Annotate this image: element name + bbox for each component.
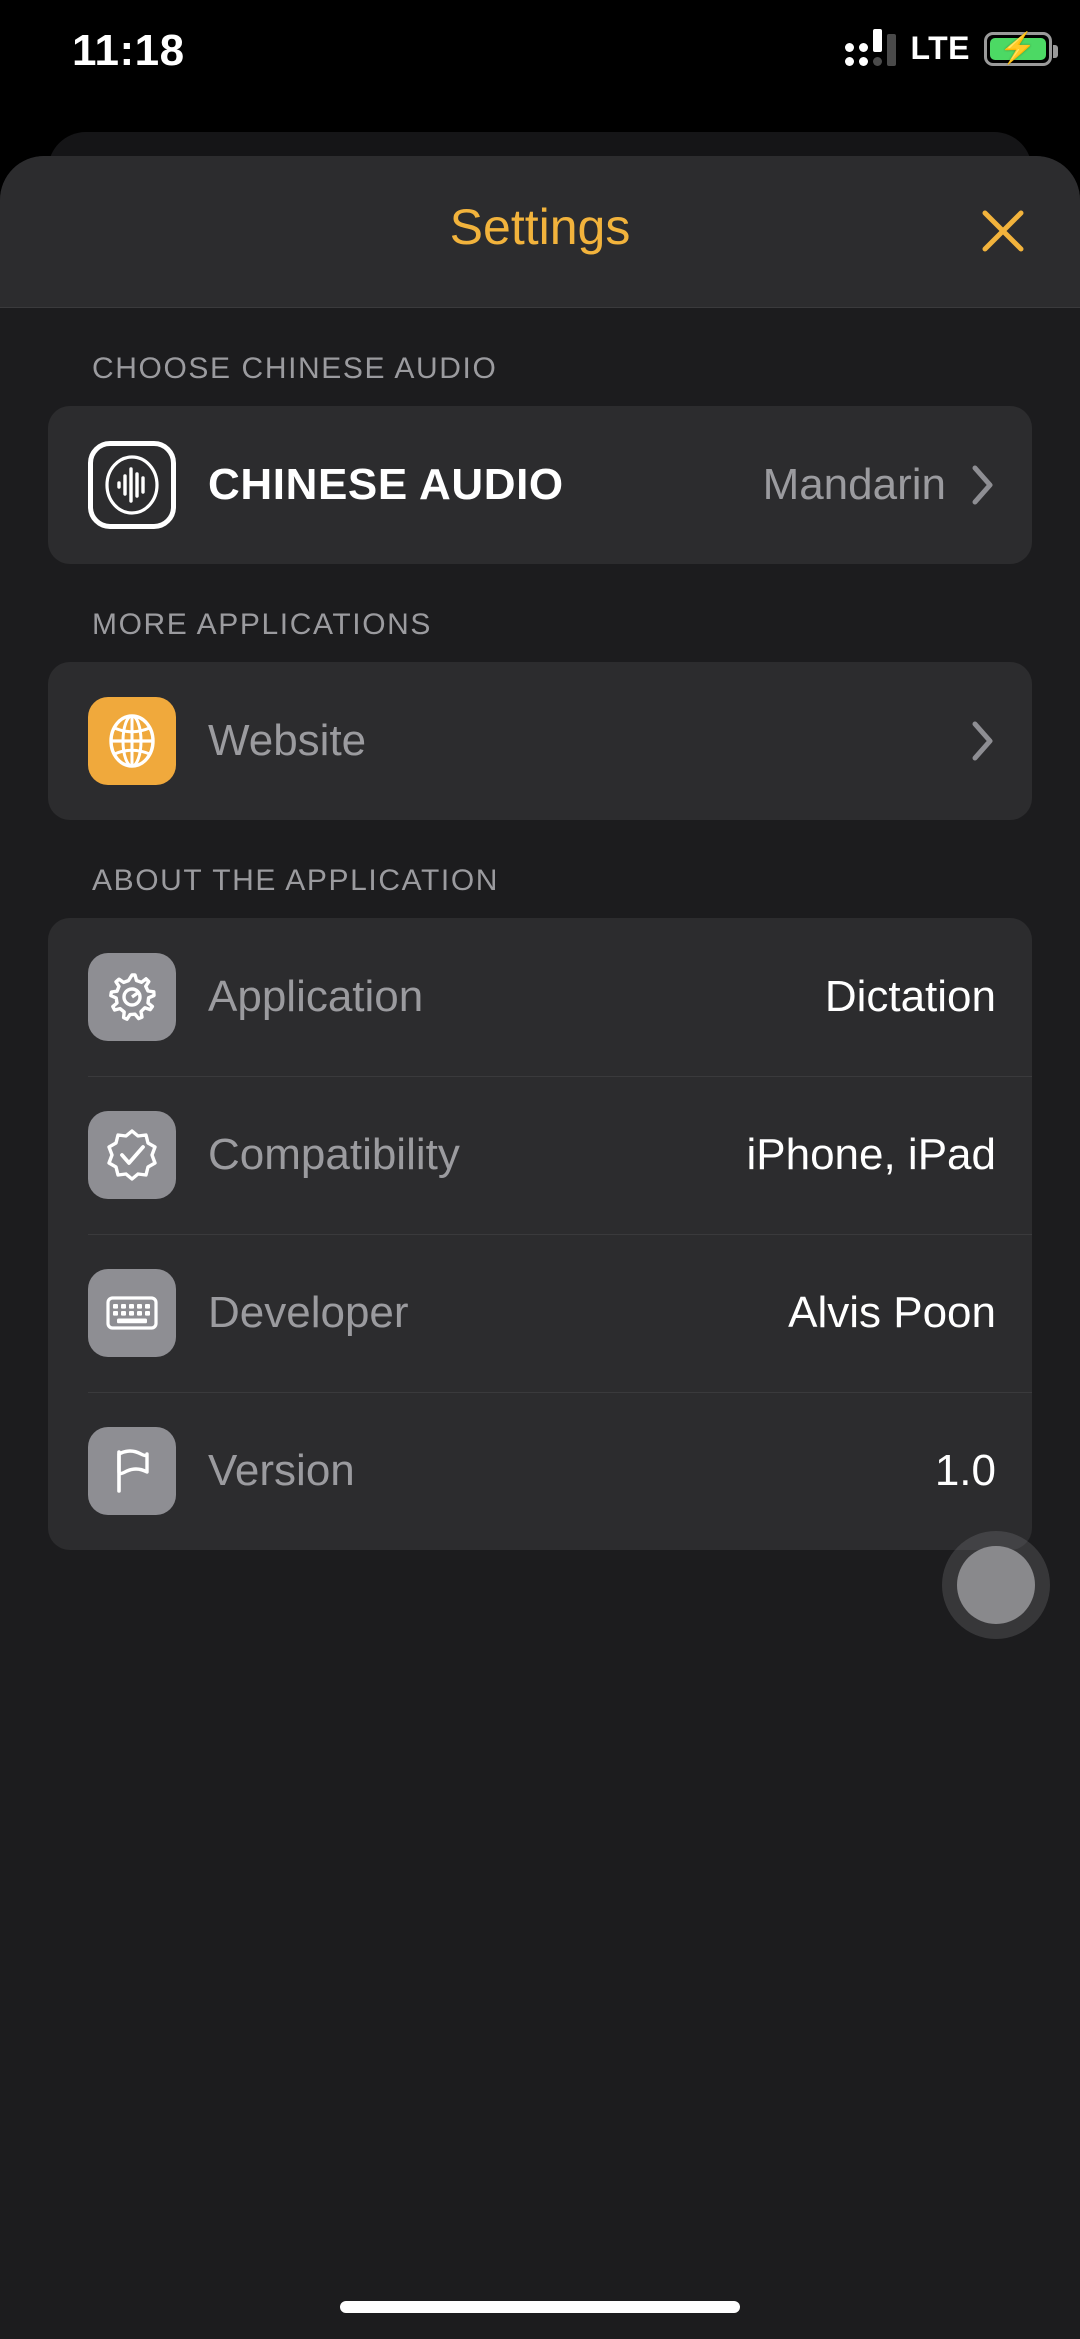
row-value-application: Dictation xyxy=(824,972,996,1021)
card-more-applications: Website xyxy=(48,662,1032,820)
row-version: Version 1.0 xyxy=(48,1392,1032,1550)
assistive-touch-button[interactable] xyxy=(942,1531,1050,1639)
settings-sheet: Settings CHOOSE CHINESE AUDIO CHINESE AU… xyxy=(0,156,1080,2339)
battery-charging-icon: ⚡ xyxy=(984,31,1058,66)
network-type-label: LTE xyxy=(910,30,970,66)
row-label-developer: Developer xyxy=(208,1288,409,1337)
status-bar-clock: 11:18 xyxy=(72,26,185,75)
row-website[interactable]: Website xyxy=(48,662,1032,820)
settings-list: CHOOSE CHINESE AUDIO CHINESE AUDIO Manda… xyxy=(0,308,1080,1550)
card-chinese-audio: CHINESE AUDIO Mandarin xyxy=(48,406,1032,564)
row-label-version: Version xyxy=(208,1446,355,1495)
status-bar: 11:18 LTE ⚡ xyxy=(0,0,1080,112)
row-application: Application Dictation xyxy=(48,918,1032,1076)
section-header-more-applications: MORE APPLICATIONS xyxy=(92,608,433,641)
close-x-icon xyxy=(978,206,1028,256)
signal-dots-icon xyxy=(845,28,897,66)
assistive-touch-inner-circle xyxy=(957,1546,1035,1624)
row-value-developer: Alvis Poon xyxy=(788,1288,996,1337)
row-label-application: Application xyxy=(208,972,424,1021)
section-header-about-the-application: ABOUT THE APPLICATION xyxy=(92,864,500,897)
flag-icon xyxy=(88,1427,176,1515)
home-indicator[interactable] xyxy=(340,2301,740,2313)
row-label-website: Website xyxy=(208,716,367,765)
row-compatibility: Compatibility iPhone, iPad xyxy=(48,1076,1032,1234)
row-value-chinese-audio: Mandarin xyxy=(762,460,946,509)
close-button[interactable] xyxy=(974,202,1032,260)
row-developer: Developer Alvis Poon xyxy=(48,1234,1032,1392)
globe-icon xyxy=(88,697,176,785)
card-about-application: Application Dictation Compatibility iPho… xyxy=(48,918,1032,1550)
row-label-compatibility: Compatibility xyxy=(208,1130,460,1179)
row-value-compatibility: iPhone, iPad xyxy=(746,1130,996,1179)
chevron-right-icon xyxy=(970,719,996,763)
audio-waveform-circle-icon xyxy=(88,441,176,529)
row-chinese-audio[interactable]: CHINESE AUDIO Mandarin xyxy=(48,406,1032,564)
row-label-chinese-audio: CHINESE AUDIO xyxy=(208,460,564,509)
page-title: Settings xyxy=(449,199,631,255)
rosette-check-icon xyxy=(88,1111,176,1199)
row-value-version: 1.0 xyxy=(934,1446,996,1495)
sheet-navigation-bar: Settings xyxy=(0,156,1080,308)
status-bar-indicators: LTE ⚡ xyxy=(845,28,1058,67)
gear-icon xyxy=(88,953,176,1041)
section-header-choose-chinese-audio: CHOOSE CHINESE AUDIO xyxy=(92,352,498,385)
keyboard-icon xyxy=(88,1269,176,1357)
chevron-right-icon xyxy=(970,463,996,507)
